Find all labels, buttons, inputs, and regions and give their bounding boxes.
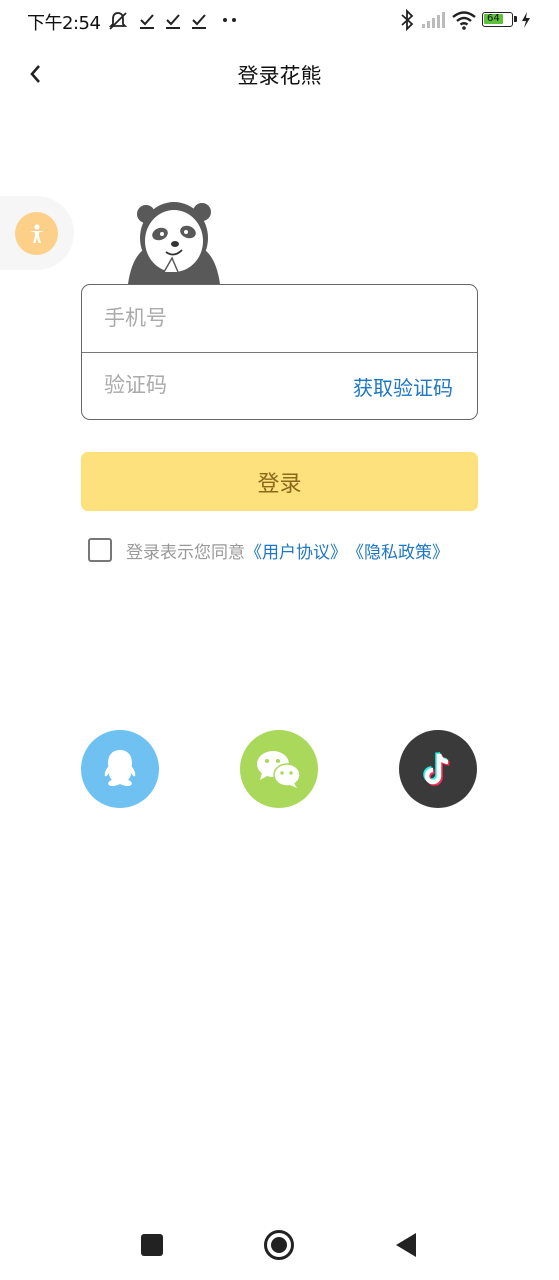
system-nav-bar <box>0 1210 559 1280</box>
bluetooth-icon <box>401 9 414 31</box>
back-nav-button[interactable] <box>388 1227 424 1263</box>
privacy-policy-link[interactable]: 《隐私政策》 <box>347 538 449 563</box>
home-button[interactable] <box>261 1227 297 1263</box>
login-form: 获取验证码 <box>81 284 478 420</box>
home-circle-icon <box>264 1230 294 1260</box>
wechat-login-button[interactable] <box>240 730 318 808</box>
panda-mascot <box>128 202 220 284</box>
check-icon <box>192 14 206 29</box>
login-button[interactable]: 登录 <box>81 452 478 511</box>
phone-input[interactable] <box>104 299 334 337</box>
recents-button[interactable] <box>134 1227 170 1263</box>
wifi-icon <box>452 11 476 30</box>
battery-level: 64 <box>487 13 500 24</box>
accessibility-icon-bg <box>15 212 58 255</box>
battery-icon: 64 <box>482 12 517 27</box>
qq-login-button[interactable] <box>81 730 159 808</box>
code-input[interactable] <box>104 366 334 404</box>
phone-row <box>82 285 477 353</box>
more-dots-icon <box>223 18 236 22</box>
mute-icon <box>108 12 128 30</box>
agreement-text: 登录表示您同意 <box>126 542 245 563</box>
recents-square-icon <box>141 1234 163 1256</box>
check-icon <box>166 14 180 29</box>
top-bar: 登录花熊 <box>0 48 559 100</box>
agree-checkbox[interactable] <box>88 538 112 562</box>
qq-icon <box>104 750 136 787</box>
user-agreement-link[interactable]: 《用户协议》 <box>245 538 347 563</box>
agreement-row: 登录表示您同意 《用户协议》 《隐私政策》 <box>88 535 449 565</box>
get-code-button[interactable]: 获取验证码 <box>353 372 453 401</box>
page-title: 登录花熊 <box>237 64 322 88</box>
code-row: 获取验证码 <box>82 352 477 419</box>
signal-icon <box>422 12 445 28</box>
accessibility-float-button[interactable] <box>0 196 74 270</box>
wechat-icon <box>257 751 301 788</box>
status-time: 下午2:54 <box>27 13 101 34</box>
back-triangle-icon <box>396 1233 416 1257</box>
tiktok-icon <box>423 752 450 786</box>
tiktok-login-button[interactable] <box>399 730 477 808</box>
charging-icon <box>522 12 530 28</box>
accessibility-icon <box>29 223 44 243</box>
check-icon <box>140 14 154 29</box>
status-bar: 下午2:54 64 <box>0 0 559 42</box>
